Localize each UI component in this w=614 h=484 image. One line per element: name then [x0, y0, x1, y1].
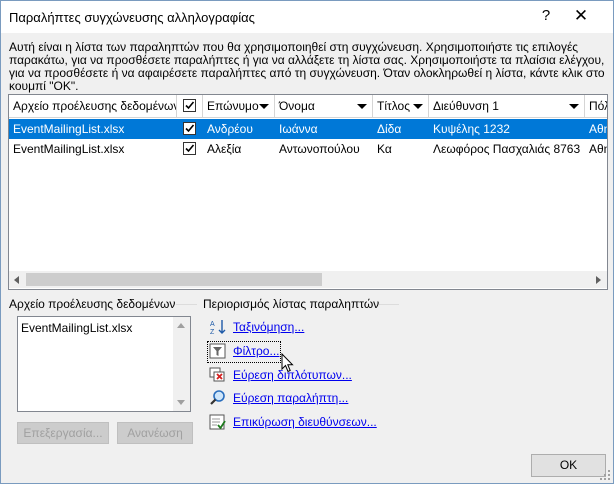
help-button[interactable]: ? [534, 7, 558, 27]
column-header-check[interactable] [177, 95, 203, 117]
cell-address: Κυψέλης 1232 [433, 122, 510, 136]
svg-text:A: A [210, 321, 215, 328]
checkmark-icon [185, 144, 195, 153]
magnifier-icon [210, 390, 225, 405]
scroll-left-icon[interactable] [14, 276, 19, 284]
data-source-list[interactable]: EventMailingList.xlsx [17, 316, 191, 412]
svg-text:Z: Z [210, 329, 215, 336]
chevron-down-icon [413, 104, 423, 109]
chevron-down-icon [357, 104, 367, 109]
group-divider [176, 304, 197, 305]
close-button[interactable]: ✕ [569, 6, 593, 28]
focus-rectangle [207, 341, 281, 363]
sort-link[interactable]: Ταξινόμηση... [233, 320, 304, 334]
column-header-last-name[interactable]: Επώνυμο [203, 95, 275, 117]
cell-address: Λεωφόρος Πασχαλιάς 8763 [433, 142, 581, 156]
vertical-scrollbar[interactable] [173, 317, 190, 411]
ok-button[interactable]: OK [531, 454, 606, 477]
cell-title: Δίδα [377, 122, 402, 136]
select-all-checkbox[interactable] [183, 99, 196, 112]
column-header-source[interactable]: Αρχείο προέλευσης δεδομένων [9, 95, 177, 117]
scroll-right-icon[interactable] [596, 276, 601, 284]
cell-city: Αθηνα [589, 142, 607, 156]
column-header-city[interactable]: Πόλη [585, 95, 607, 117]
table-row[interactable]: EventMailingList.xlsx Ανδρέου Ιωάννα Δίδ… [9, 119, 607, 139]
validate-addresses-link[interactable]: Επικύρωση διευθύνσεων... [233, 415, 377, 429]
column-header-first-name[interactable]: Όνομα [275, 95, 373, 117]
mail-merge-recipients-dialog: Παραλήπτες συγχώνευσης αλληλογραφίας ? ✕… [0, 0, 614, 484]
column-header-address[interactable]: Διεύθυνση 1 [429, 95, 585, 117]
cell-first-name: Ιωάννα [279, 122, 318, 136]
grid-header: Αρχείο προέλευσης δεδομένων Επώνυμο Όνομ… [9, 95, 607, 118]
cell-last-name: Αλεξία [207, 142, 242, 156]
cell-title: Κα [377, 142, 392, 156]
horizontal-scrollbar[interactable] [9, 271, 607, 288]
table-row[interactable]: EventMailingList.xlsx Αλεξία Αντωνοπούλο… [9, 139, 607, 159]
column-header-title-label: Τίτλος [377, 99, 411, 113]
cell-source: EventMailingList.xlsx [13, 142, 125, 156]
column-header-city-label: Πόλη [589, 99, 607, 113]
title-bar: Παραλήπτες συγχώνευσης αλληλογραφίας ? ✕ [1, 1, 613, 33]
cell-first-name: Αντωνοπούλου [279, 142, 360, 156]
scroll-down-icon[interactable] [177, 400, 185, 405]
source-group-label: Αρχείο προέλευσης δεδομένων [9, 297, 176, 311]
sort-icon: A Z [210, 320, 226, 336]
column-header-title[interactable]: Τίτλος [373, 95, 429, 117]
refresh-button[interactable]: Ανανέωση [117, 422, 193, 444]
column-header-source-label: Αρχείο προέλευσης δεδομένων [13, 99, 177, 113]
list-item[interactable]: EventMailingList.xlsx [21, 321, 132, 335]
cell-city: Αθηνα [589, 122, 607, 136]
scrollbar-thumb[interactable] [26, 273, 322, 286]
include-checkbox[interactable] [183, 122, 196, 135]
validate-icon [209, 414, 226, 430]
mouse-cursor-icon [281, 353, 294, 373]
chevron-down-icon [569, 104, 579, 109]
dialog-title: Παραλήπτες συγχώνευσης αλληλογραφίας [9, 10, 255, 25]
edit-button[interactable]: Επεξεργασία... [17, 422, 109, 444]
checkmark-icon [185, 124, 195, 133]
refine-group-label: Περιορισμός λίστας παραληπτών [203, 297, 380, 311]
column-header-first-name-label: Όνομα [279, 99, 315, 113]
include-checkbox[interactable] [183, 142, 196, 155]
group-divider [379, 304, 399, 305]
recipient-grid[interactable]: Αρχείο προέλευσης δεδομένων Επώνυμο Όνομ… [8, 94, 608, 290]
find-recipient-link[interactable]: Εύρεση παραλήπτη... [233, 391, 348, 405]
cell-source: EventMailingList.xlsx [13, 122, 125, 136]
cell-last-name: Ανδρέου [207, 122, 253, 136]
resize-grip-icon[interactable] [599, 469, 611, 481]
instructions-text: Αυτή είναι η λίστα των παραληπτών που θα… [9, 40, 605, 93]
duplicates-icon [209, 367, 225, 382]
column-header-last-name-label: Επώνυμο [207, 99, 259, 113]
chevron-down-icon [259, 104, 269, 109]
checkmark-icon [185, 101, 195, 110]
column-header-address-label: Διεύθυνση 1 [433, 99, 499, 113]
scroll-up-icon[interactable] [177, 323, 185, 328]
